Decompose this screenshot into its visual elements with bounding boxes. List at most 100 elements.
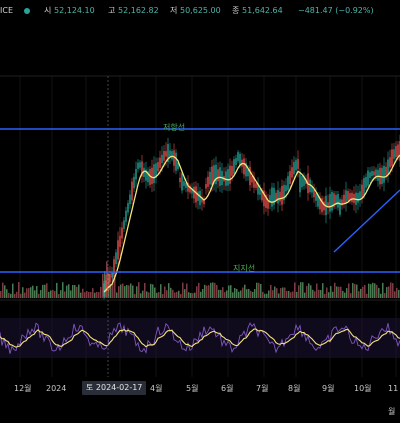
- volume-bar: [164, 286, 166, 298]
- candle-body: [243, 158, 245, 175]
- axis-label-sep: 9월: [322, 384, 335, 393]
- candle-body: [271, 187, 273, 207]
- candle-body: [275, 192, 277, 201]
- volume-bar: [14, 293, 16, 298]
- candle-body: [135, 168, 137, 180]
- volume-bar: [354, 284, 356, 298]
- volume-bar: [88, 292, 90, 298]
- candle-body: [361, 184, 363, 199]
- volume-bar: [350, 293, 352, 298]
- volume-bar: [66, 285, 68, 298]
- volume-bar: [254, 289, 256, 298]
- candle-body: [289, 171, 291, 185]
- volume-bar: [158, 292, 160, 298]
- volume-bar: [352, 282, 354, 298]
- candle-body: [299, 173, 301, 193]
- volume-bar: [20, 293, 22, 298]
- candle-body: [119, 235, 121, 247]
- volume-bar: [40, 290, 42, 298]
- volume-bar: [398, 289, 400, 298]
- volume-bar: [208, 285, 210, 298]
- volume-bar: [300, 282, 302, 298]
- candle-body: [129, 194, 131, 205]
- volume-bar: [194, 292, 196, 298]
- candle-body: [395, 146, 397, 158]
- volume-bar: [392, 283, 394, 298]
- candle-body: [215, 164, 217, 185]
- candle-body: [331, 191, 333, 211]
- low-value: 50,625.00: [180, 6, 221, 15]
- price-chart[interactable]: [0, 0, 400, 400]
- volume-bar: [98, 292, 100, 298]
- candle-body: [391, 149, 393, 167]
- volume-bar: [266, 293, 268, 298]
- axis-label-apr: 4월: [150, 384, 163, 393]
- volume-bar: [262, 291, 264, 298]
- time-axis[interactable]: 12월 2024 토 2024-02-17 4월 5월 6월 7월 8월 9월 …: [0, 377, 400, 416]
- volume-bar: [180, 293, 182, 298]
- volume-bar: [318, 289, 320, 298]
- candle-body: [279, 191, 281, 202]
- candle-body: [193, 186, 195, 199]
- volume-bar: [334, 282, 336, 298]
- volume-bar: [394, 291, 396, 298]
- candle-body: [161, 154, 163, 164]
- candle-body: [175, 152, 177, 171]
- volume-bar: [328, 292, 330, 298]
- symbol-name[interactable]: ICE: [0, 0, 13, 22]
- volume-bar: [78, 284, 80, 298]
- axis-label-jun: 6월: [221, 384, 234, 393]
- volume-bar: [376, 284, 378, 298]
- volume-bar: [212, 282, 214, 298]
- candle-body: [381, 167, 383, 185]
- volume-bar: [152, 284, 154, 298]
- volume-bar: [136, 286, 138, 298]
- volume-bar: [284, 287, 286, 298]
- resistance-label: 저항선: [163, 123, 186, 132]
- volume-bar: [86, 290, 88, 298]
- volume-bar: [166, 290, 168, 298]
- volume-bar: [282, 287, 284, 298]
- volume-bar: [356, 284, 358, 298]
- volume-bar: [6, 289, 8, 298]
- volume-bar: [384, 293, 386, 298]
- candle-body: [121, 227, 123, 239]
- market-status-dot: [24, 8, 30, 14]
- volume-bar: [210, 282, 212, 298]
- candle-body: [117, 240, 119, 260]
- high-label: 고: [108, 6, 116, 15]
- volume-bar: [252, 291, 254, 298]
- candle-body: [111, 272, 113, 278]
- volume-bar: [388, 286, 390, 298]
- volume-bar: [4, 285, 6, 298]
- volume-bar: [132, 285, 134, 298]
- volume-bar: [190, 293, 192, 298]
- volume-bar: [198, 282, 200, 298]
- high-value: 52,162.82: [118, 6, 159, 15]
- candle-body: [151, 167, 153, 185]
- candle-body: [359, 191, 361, 200]
- candle-body: [315, 193, 317, 201]
- volume-bar: [378, 287, 380, 298]
- volume-bar: [174, 292, 176, 298]
- candle-body: [281, 185, 283, 205]
- price-change: −481.47 (−0.92%): [298, 6, 374, 15]
- volume-bar: [58, 293, 60, 298]
- candle-body: [295, 160, 297, 171]
- volume-bar: [116, 292, 118, 298]
- volume-bar: [268, 290, 270, 298]
- volume-bar: [358, 291, 360, 298]
- volume-bar: [94, 292, 96, 298]
- candle-body: [217, 169, 219, 182]
- volume-bar: [170, 287, 172, 298]
- candle-body: [159, 157, 161, 168]
- candle-body: [297, 158, 299, 169]
- volume-bar: [70, 290, 72, 298]
- volume-bar: [26, 288, 28, 298]
- volume-bar: [230, 285, 232, 298]
- volume-bar: [250, 290, 252, 298]
- volume-bar: [156, 292, 158, 298]
- volume-bar: [10, 293, 12, 298]
- candle-body: [153, 164, 155, 184]
- volume-bar: [258, 282, 260, 298]
